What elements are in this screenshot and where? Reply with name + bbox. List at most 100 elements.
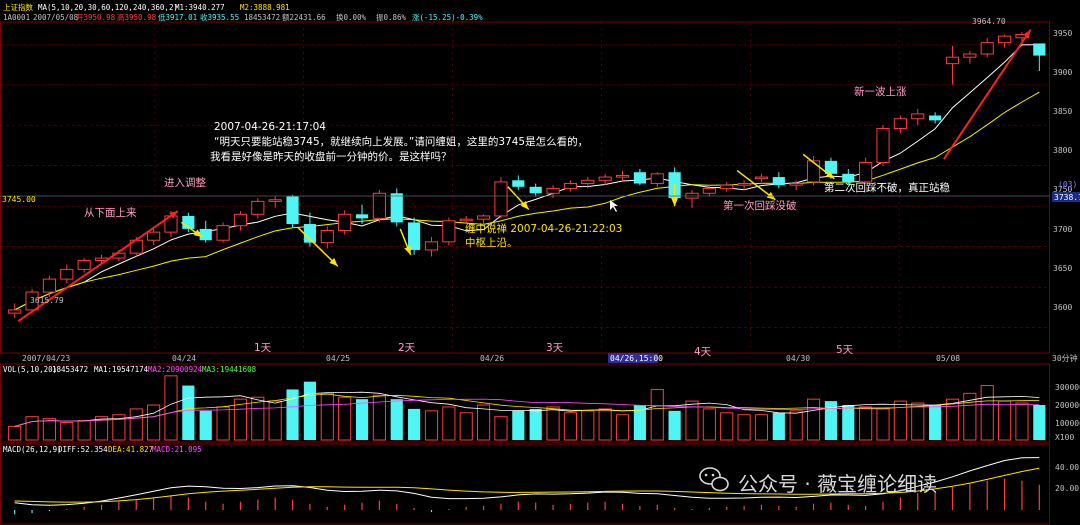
candle-body-down [772, 177, 785, 186]
candle-body-down [633, 172, 646, 184]
watermark-text: 公众号 · 薇宝缠论细读 [738, 472, 937, 496]
vol-tick: 300000 [1055, 383, 1080, 392]
candle-body-up [945, 56, 960, 65]
candle-body-up [789, 183, 803, 186]
candle-body-up [963, 53, 977, 58]
volume-bar-up [546, 406, 560, 441]
candle-body-down [529, 186, 542, 194]
volume-bar-down [408, 408, 421, 440]
candle-body-up [720, 184, 734, 189]
macd-dea: DEA:41.827 [108, 445, 153, 454]
macd-tick: 40.00 [1055, 463, 1079, 472]
candle-body-up [77, 259, 91, 270]
quote-high: 高3950.98 [117, 12, 157, 22]
volume-bar-down [303, 381, 316, 440]
date-label: 04/26 [480, 354, 504, 363]
annotation-from-below: 从下面上来 [84, 207, 137, 219]
volume-bar-down [512, 410, 525, 440]
high-label: 3964.70 [972, 17, 1006, 26]
stock-chart: 上证指数 MA(5,10,20,30,60,120,240,360,2) M1:… [0, 0, 1080, 525]
volume-bar-up [60, 422, 74, 441]
price-tick: 3900 [1053, 68, 1072, 77]
volume-bar-up [164, 375, 178, 441]
candle-body-up [372, 192, 386, 219]
candle-body-up [494, 181, 508, 217]
annotation-new-wave: 新一波上涨 [854, 85, 907, 98]
candle-body-up [320, 230, 334, 244]
date-label: 2007/04/23 [22, 354, 70, 363]
question-title: 2007-04-26-21:17:04 [214, 121, 326, 133]
date-label: 05/08 [936, 354, 960, 363]
date-label-cursor: 04/26,15:00 [610, 354, 663, 363]
volume-bar-up [147, 404, 161, 441]
candle-body-up [268, 199, 282, 202]
candle-body-down [1033, 43, 1046, 56]
macd-value: MACD:21.095 [152, 445, 202, 454]
volume-bar-down [668, 410, 681, 440]
low-label: 3615.79 [30, 296, 64, 305]
date-label: 04/24 [172, 354, 196, 363]
ma-m2: M2:3888.981 [240, 3, 290, 12]
candle-body-up [216, 225, 230, 241]
candle-body-down [929, 115, 942, 121]
candle-body-down [199, 228, 212, 241]
date-label: 04/30 [786, 354, 810, 363]
candle-body-up [980, 42, 994, 55]
candle-body-up [754, 176, 769, 180]
volume-bar-up [859, 406, 873, 441]
volume-bar-up [1015, 402, 1029, 441]
quote-date: 2007/05/08 [33, 13, 79, 22]
candle-body-up [60, 268, 74, 280]
macd-tick: 20.00 [1055, 484, 1079, 493]
volume-bar-up [581, 410, 595, 441]
price-tick: 3950 [1053, 29, 1072, 38]
candle-body-up [442, 220, 456, 243]
quote-open: 开3950.98 [76, 13, 116, 22]
candle-body-up [338, 213, 352, 232]
vol-ma2: MA2:20900924 [148, 365, 203, 374]
stock-code: 1A0001 [3, 13, 30, 22]
day-label: 4天 [694, 346, 712, 358]
volume-bar-up [876, 408, 890, 441]
volume-bar-down [182, 385, 195, 440]
volume-bar-up [789, 410, 803, 441]
candle-body-down [512, 180, 525, 187]
volume-bar-down [355, 399, 369, 440]
macd-diff: DIFF:52.354 [58, 445, 108, 454]
candle-body-up [876, 127, 890, 163]
candle-body-up [42, 278, 56, 293]
volume-bar-up [806, 398, 821, 441]
vol-value: 18453472 [52, 365, 88, 374]
vol-tick: 200000 [1055, 401, 1080, 410]
quote-amplitude: 振0.86% [376, 12, 407, 22]
volume-bar-down [199, 410, 212, 440]
candle-body-down [390, 193, 403, 223]
annotation-second-pullback: 第二次回踩不破，真正站稳 [824, 181, 950, 194]
candle-body-up [702, 187, 716, 194]
quote-turnover: 换0.00% [336, 12, 367, 22]
volume-bar-up [998, 400, 1012, 441]
date-label: 04/25 [326, 354, 350, 363]
volume-bar-up [459, 412, 473, 441]
candle-body-up [893, 118, 907, 129]
vol-params: VOL(5,10,20) [3, 365, 57, 374]
annotation-first-pullback: 第一次回踩没破 [723, 199, 797, 212]
candle-body-down [286, 196, 299, 225]
volume-bar-up [702, 408, 716, 441]
vol-tick: 100000 [1055, 419, 1080, 428]
price-tick: 3850 [1053, 107, 1072, 116]
volume-bar-up [320, 392, 334, 441]
vol-ma1: MA1:19547174 [94, 365, 149, 374]
candle-body-up [737, 183, 751, 186]
volume-bar-up [945, 398, 960, 441]
quote-amount: 额22431.66 [282, 12, 326, 22]
answer-title: 缠中说禅 2007-04-26-21:22:03 [465, 222, 622, 235]
volume-bar-down [529, 408, 542, 440]
ma-m1: M1:3940.277 [175, 3, 225, 12]
candle-body-up [147, 231, 161, 241]
macd-params: MACD(26,12,9) [3, 445, 62, 454]
price-tick: 3700 [1053, 225, 1072, 234]
volume-bar-up [720, 412, 734, 441]
day-label: 1天 [254, 342, 272, 354]
price-tick: 3600 [1053, 303, 1072, 312]
